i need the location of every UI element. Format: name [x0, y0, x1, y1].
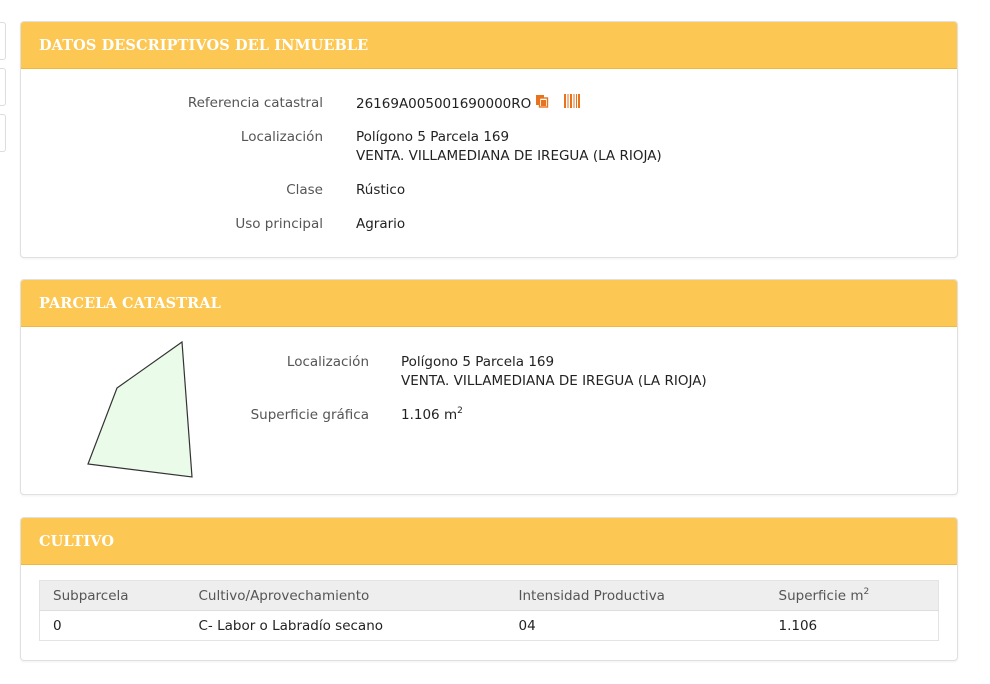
cell-area: 1.106: [778, 617, 818, 634]
side-tab[interactable]: [0, 114, 6, 152]
table-row: 0 C- Labor o Labradío secano 04 1.106: [40, 611, 939, 641]
cadastral-parcel-panel: PARCELA CATASTRAL Localización Polígono …: [20, 279, 958, 495]
graphic-area-label: Superficie gráfica: [250, 407, 369, 423]
cell-subparcel: 0: [53, 617, 62, 634]
column-header-crop: Cultivo/Aprovechamiento: [185, 580, 506, 611]
table-header-row: Subparcela Cultivo/Aprovechamiento Inten…: [39, 580, 939, 611]
class-label: Clase: [286, 182, 323, 198]
square-superscript: 2: [457, 406, 463, 416]
crop-table: Subparcela Cultivo/Aprovechamiento Inten…: [39, 580, 939, 641]
use-label: Uso principal: [235, 216, 323, 232]
panel-header: CULTIVO: [21, 518, 957, 565]
cell-intensity: 04: [518, 617, 536, 634]
side-tab[interactable]: [0, 68, 6, 106]
parcel-shape[interactable]: [81, 336, 201, 481]
parcel-location-line2: VENTA. VILLAMEDIANA DE IREGUA (LA RIOJA): [401, 373, 707, 389]
barcode-icon[interactable]: [564, 94, 581, 114]
location-line1: Polígono 5 Parcela 169: [356, 129, 510, 145]
panel-header: PARCELA CATASTRAL: [21, 280, 957, 327]
graphic-area-text: 1.106 m: [401, 407, 458, 423]
cell-crop: C- Labor o Labradío secano: [198, 617, 384, 634]
side-tab[interactable]: [0, 22, 6, 60]
panel-title: CULTIVO: [39, 532, 115, 550]
location-label: Localización: [240, 129, 323, 145]
reference-label: Referencia catastral: [187, 95, 323, 111]
area-header-text: Superficie m: [778, 587, 864, 604]
copy-icon[interactable]: [535, 94, 549, 114]
graphic-area-value: 1.106 m2: [401, 406, 463, 425]
parcel-location-label: Localización: [286, 354, 369, 370]
panel-title: DATOS DESCRIPTIVOS DEL INMUEBLE: [39, 36, 369, 54]
reference-value: 26169A005001690000RO: [356, 94, 581, 114]
reference-text: 26169A005001690000RO: [356, 96, 532, 112]
panel-title: PARCELA CATASTRAL: [39, 294, 221, 312]
panel-header: DATOS DESCRIPTIVOS DEL INMUEBLE: [21, 22, 957, 69]
crop-panel: CULTIVO Subparcela Cultivo/Aprovechamien…: [20, 517, 958, 661]
parcel-location-line1: Polígono 5 Parcela 169: [401, 354, 555, 370]
descriptive-data-panel: DATOS DESCRIPTIVOS DEL INMUEBLE Referenc…: [20, 21, 958, 258]
square-superscript: 2: [863, 586, 870, 597]
use-value: Agrario: [356, 216, 406, 232]
location-line2: VENTA. VILLAMEDIANA DE IREGUA (LA RIOJA): [356, 148, 662, 164]
column-header-intensity: Intensidad Productiva: [505, 580, 766, 611]
class-value: Rústico: [356, 182, 406, 198]
column-header-area: Superficie m2: [765, 580, 939, 611]
column-header-subparcel: Subparcela: [39, 580, 186, 611]
